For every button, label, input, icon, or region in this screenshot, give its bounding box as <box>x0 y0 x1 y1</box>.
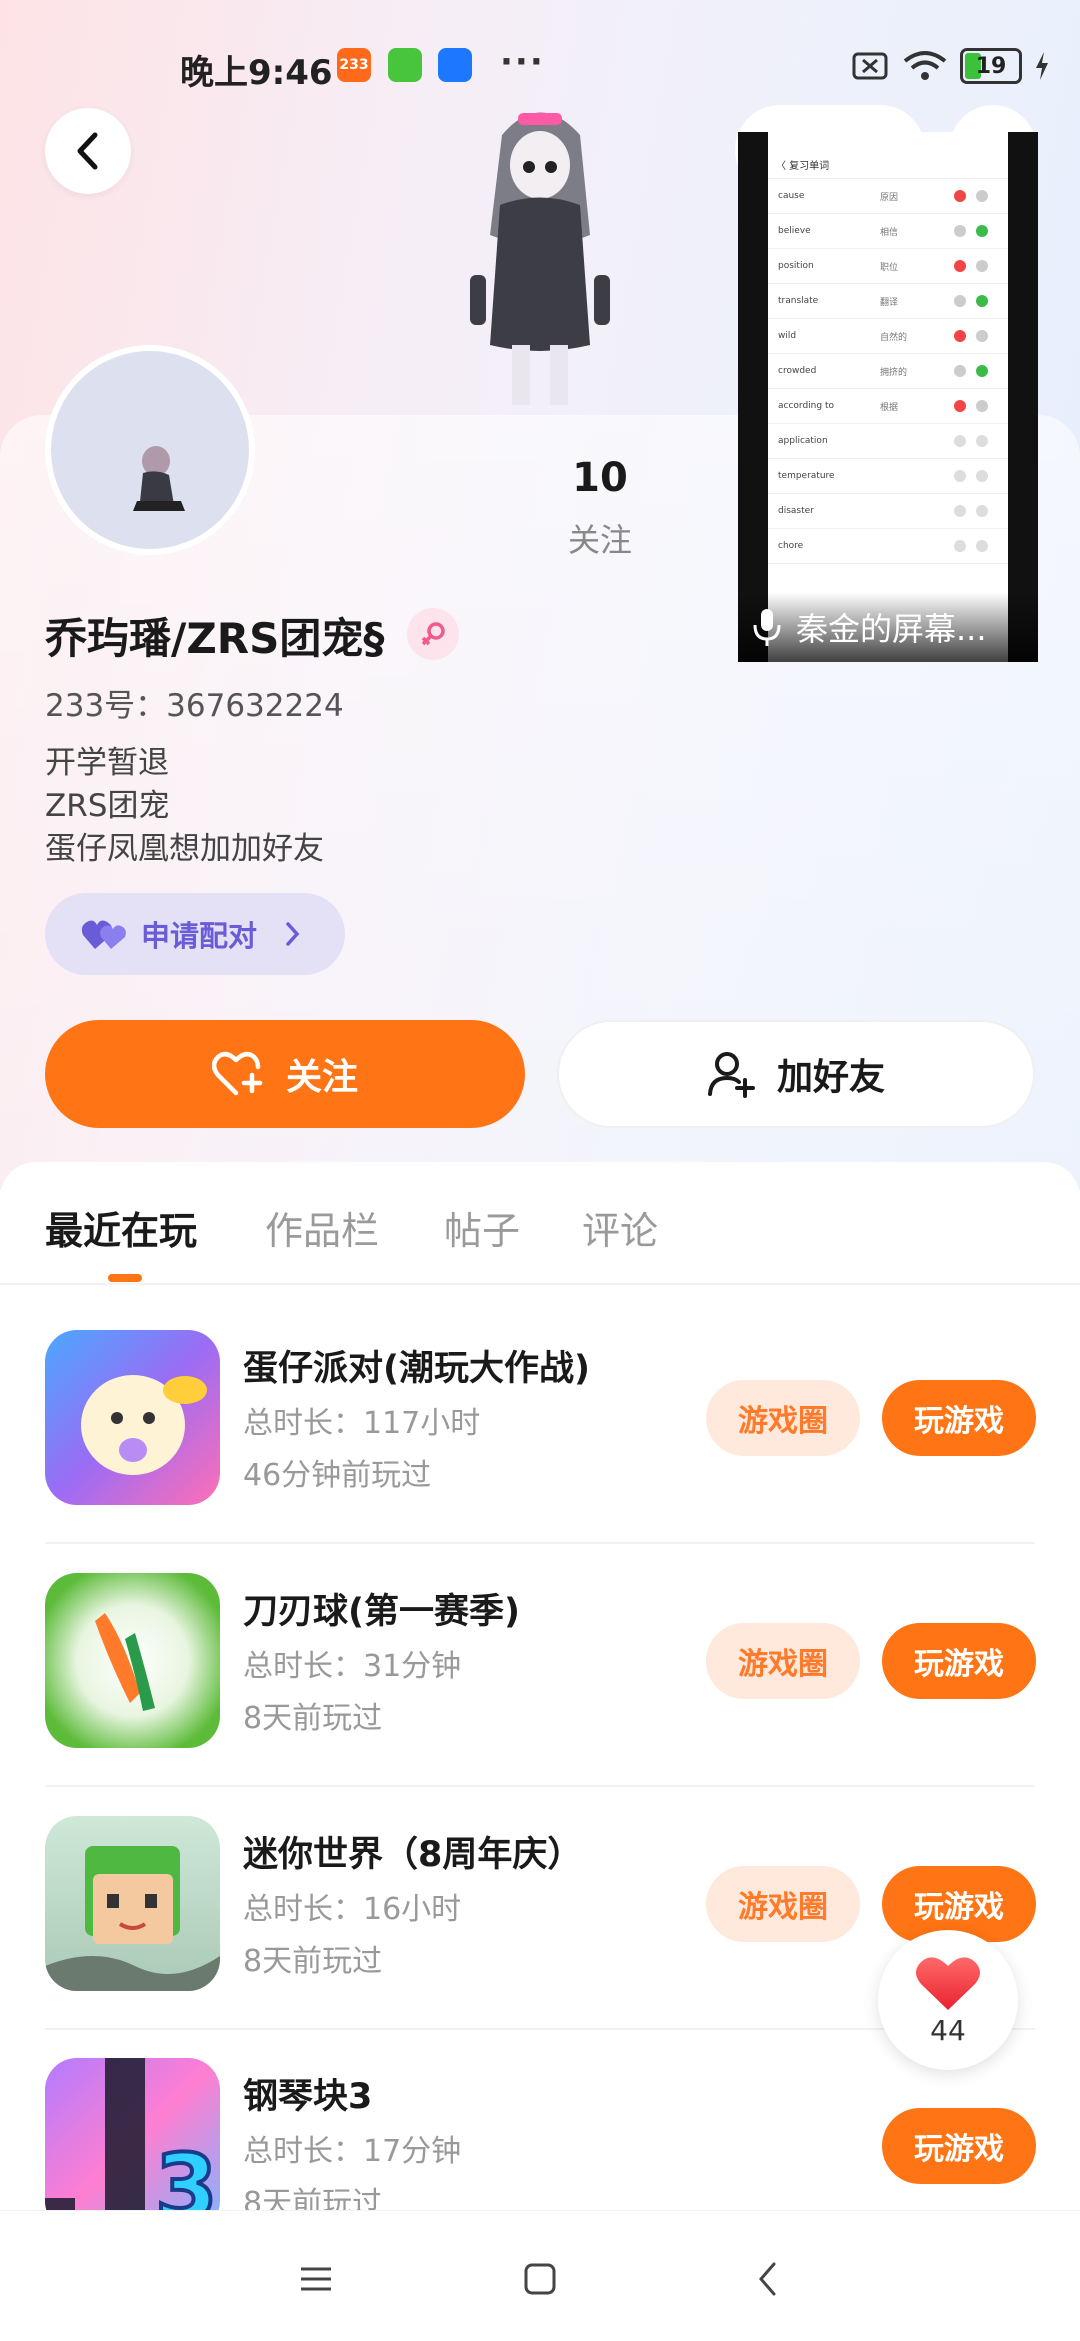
menu-icon <box>301 2267 331 2291</box>
double-heart-icon <box>81 920 126 949</box>
play-game-button[interactable]: 玩游戏 <box>882 1380 1036 1456</box>
svg-text:3: 3 <box>155 2135 218 2210</box>
tab-recently-played[interactable]: 最近在玩 <box>45 1200 197 1255</box>
app-233-icon: 233 <box>337 48 371 82</box>
charging-icon <box>1036 52 1048 80</box>
tab-indicator <box>108 1274 142 1282</box>
wifi-icon <box>903 51 947 80</box>
battery-level: 19 <box>975 53 1007 79</box>
game-duration: 总时长：17分钟 <box>243 2134 462 2169</box>
game-icon-blade-ball[interactable] <box>45 1573 220 1748</box>
apply-pair-label: 申请配对 <box>141 919 258 953</box>
game-title: 蛋仔派对(潮玩大作战) <box>243 1349 590 1389</box>
tab-comments[interactable]: 评论 <box>582 1200 658 1255</box>
play-game-button[interactable]: 玩游戏 <box>882 2108 1036 2184</box>
game-row[interactable]: 刀刃球(第一赛季) 总时长：31分钟 8天前玩过 游戏圈 玩游戏 <box>0 1573 1080 1813</box>
heart-plus-icon <box>211 1051 263 1096</box>
user-id: 233号：367632224 <box>45 688 344 724</box>
chevron-right-icon <box>286 922 300 946</box>
menu-button[interactable] <box>296 2259 336 2299</box>
game-circle-button[interactable]: 游戏圈 <box>706 1623 860 1699</box>
recording-word-row: temperature <box>768 459 1008 494</box>
bio-line: 开学暂退 <box>45 745 169 781</box>
recording-header: 〈 复习单词 <box>768 150 1008 179</box>
bio: 开学暂退 ZRS团宠 蛋仔凤凰想加加好友 <box>45 742 324 871</box>
like-count: 44 <box>930 2013 966 2047</box>
recording-word-row: cause 原因 <box>768 179 1008 214</box>
female-gender-icon <box>407 608 459 660</box>
screen-recording-overlay[interactable]: 〈 复习单词 cause 原因 believe 相信 position 职位 tran… <box>738 132 1038 662</box>
game-duration: 总时长：117小时 <box>243 1406 481 1441</box>
game-last-played: 8天前玩过 <box>243 1701 383 1736</box>
tab-posts[interactable]: 帖子 <box>444 1200 520 1255</box>
game-circle-button[interactable]: 游戏圈 <box>706 1380 860 1456</box>
game-icon-mini-world[interactable] <box>45 1816 220 1991</box>
recording-word-row: according to 根据 <box>768 389 1008 424</box>
apply-pair-button[interactable]: 申请配对 <box>45 893 345 975</box>
avatar-figure <box>133 446 185 511</box>
recording-label: 秦金的屏幕... <box>738 592 1038 662</box>
game-circle-button[interactable]: 游戏圈 <box>706 1866 860 1942</box>
game-row[interactable]: 蛋仔派对(潮玩大作战) 总时长：117小时 46分钟前玩过 游戏圈 玩游戏 <box>0 1330 1080 1570</box>
status-time: 晚上9:46 <box>180 53 333 93</box>
recording-word-row: wild 自然的 <box>768 319 1008 354</box>
back-arrow-icon <box>759 2262 776 2296</box>
tab-divider <box>0 1283 1080 1285</box>
heart-icon <box>916 1956 980 2010</box>
recording-word-row: position 职位 <box>768 249 1008 284</box>
chevron-left-icon <box>77 132 98 170</box>
home-square-icon <box>524 2263 556 2295</box>
nav-back-button[interactable] <box>748 2259 788 2299</box>
recording-word-row: disaster <box>768 494 1008 529</box>
game-last-played: 46分钟前玩过 <box>243 1458 432 1493</box>
game-duration: 总时长：31分钟 <box>243 1649 462 1684</box>
follow-count[interactable]: 10 <box>550 455 650 501</box>
add-friend-button[interactable]: 加好友 <box>557 1020 1035 1128</box>
follow-label[interactable]: 关注 <box>550 515 650 561</box>
follow-button[interactable]: 关注 <box>45 1020 525 1128</box>
recording-word-row: crowded 拥挤的 <box>768 354 1008 389</box>
game-title: 刀刃球(第一赛季) <box>243 1592 520 1632</box>
play-game-button[interactable]: 玩游戏 <box>882 1623 1036 1699</box>
app-blue-icon <box>438 48 472 82</box>
nickname: 乔玙璠/ZRS团宠§ <box>45 614 385 663</box>
follow-button-label: 关注 <box>285 1057 358 1098</box>
more-notifications-icon: ··· <box>500 42 545 82</box>
app-green-icon <box>388 48 422 82</box>
game-last-played: 8天前玩过 <box>243 1944 383 1979</box>
add-friend-label: 加好友 <box>776 1057 885 1098</box>
home-button[interactable] <box>520 2259 560 2299</box>
recording-preview: 〈 复习单词 cause 原因 believe 相信 position 职位 tran… <box>768 132 1008 662</box>
game-last-played: 8天前玩过 <box>243 2186 383 2210</box>
recording-title: 秦金的屏幕... <box>796 610 987 648</box>
game-duration: 总时长：16小时 <box>243 1892 462 1927</box>
game-icon-piano-tiles[interactable]: 3 <box>45 2058 220 2210</box>
divider <box>45 1542 1035 1544</box>
bio-line: 蛋仔凤凰想加加好友 <box>45 831 324 867</box>
app-233-label: 233 <box>339 57 369 73</box>
avatar[interactable] <box>45 345 255 555</box>
game-icon-eggy-party[interactable] <box>45 1330 220 1505</box>
recording-word-row: application <box>768 424 1008 459</box>
battery-icon: 19 <box>960 48 1022 84</box>
like-float-button[interactable]: 44 <box>878 1930 1018 2070</box>
microphone-icon <box>753 609 781 646</box>
avatar-character-figure <box>470 112 610 405</box>
recording-word-row: believe 相信 <box>768 214 1008 249</box>
back-button[interactable] <box>45 108 131 194</box>
tab-works[interactable]: 作品栏 <box>265 1200 379 1255</box>
recording-word-row: translate 翻译 <box>768 284 1008 319</box>
recording-word-row: chore <box>768 529 1008 564</box>
game-title: 迷你世界（8周年庆） <box>243 1835 583 1875</box>
system-nav-bar <box>0 2210 1080 2341</box>
game-row[interactable]: 3 钢琴块3 总时长：17分钟 8天前玩过 玩游戏 <box>0 2058 1080 2210</box>
bio-line: ZRS团宠 <box>45 788 170 824</box>
add-user-icon <box>707 1052 755 1098</box>
divider <box>45 1785 1035 1787</box>
sim-off-icon <box>852 52 888 80</box>
game-title: 钢琴块3 <box>243 2077 373 2117</box>
